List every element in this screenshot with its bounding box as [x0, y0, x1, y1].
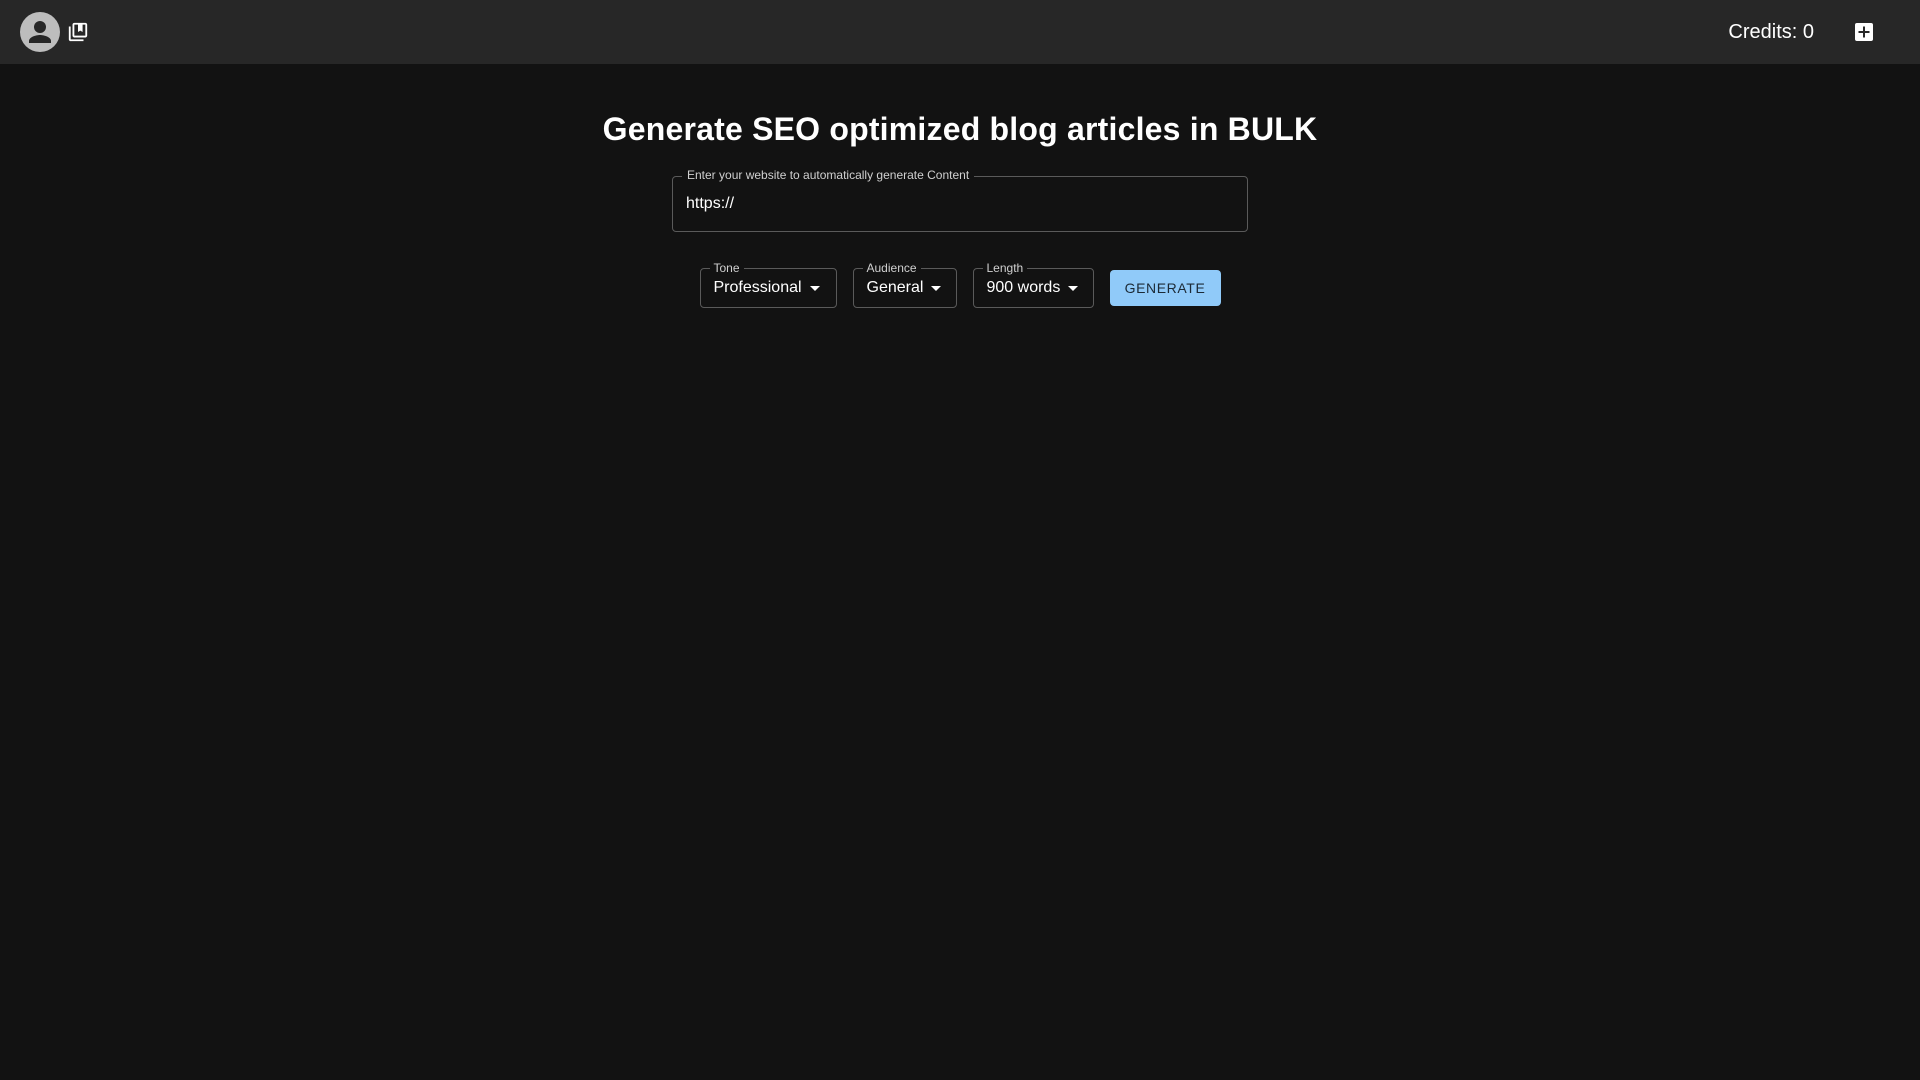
website-url-input[interactable] [673, 177, 1247, 231]
add-box-icon [1855, 23, 1873, 41]
chevron-down-icon [809, 285, 820, 291]
length-value: 900 words [986, 279, 1061, 296]
add-credits-button[interactable] [1852, 20, 1876, 44]
chevron-down-icon [1068, 285, 1079, 291]
page-title: Generate SEO optimized blog articles in … [602, 111, 1318, 147]
tone-select[interactable]: Tone Professional [699, 261, 837, 308]
tone-label: Tone [709, 261, 744, 275]
website-url-label: Enter your website to automatically gene… [682, 168, 975, 182]
audience-label: Audience [862, 261, 921, 275]
library-button[interactable] [66, 20, 90, 44]
user-avatar-button[interactable] [20, 12, 60, 52]
length-select[interactable]: Length 900 words [972, 261, 1094, 308]
options-row: Tone Professional Audience General Lengt… [699, 261, 1221, 308]
generate-button[interactable]: GENERATE [1109, 270, 1221, 306]
library-books-icon [68, 22, 88, 42]
top-app-bar: Credits: 0 [0, 0, 1920, 64]
tone-value: Professional [713, 279, 802, 296]
audience-select[interactable]: Audience General [852, 261, 957, 308]
audience-value: General [866, 279, 924, 296]
credits-counter: Credits: 0 [1728, 20, 1814, 43]
website-url-field: Enter your website to automatically gene… [672, 168, 1248, 232]
account-icon [29, 21, 51, 43]
chevron-down-icon [931, 285, 942, 291]
length-label: Length [982, 261, 1028, 275]
main-content: Generate SEO optimized blog articles in … [0, 64, 1920, 1080]
